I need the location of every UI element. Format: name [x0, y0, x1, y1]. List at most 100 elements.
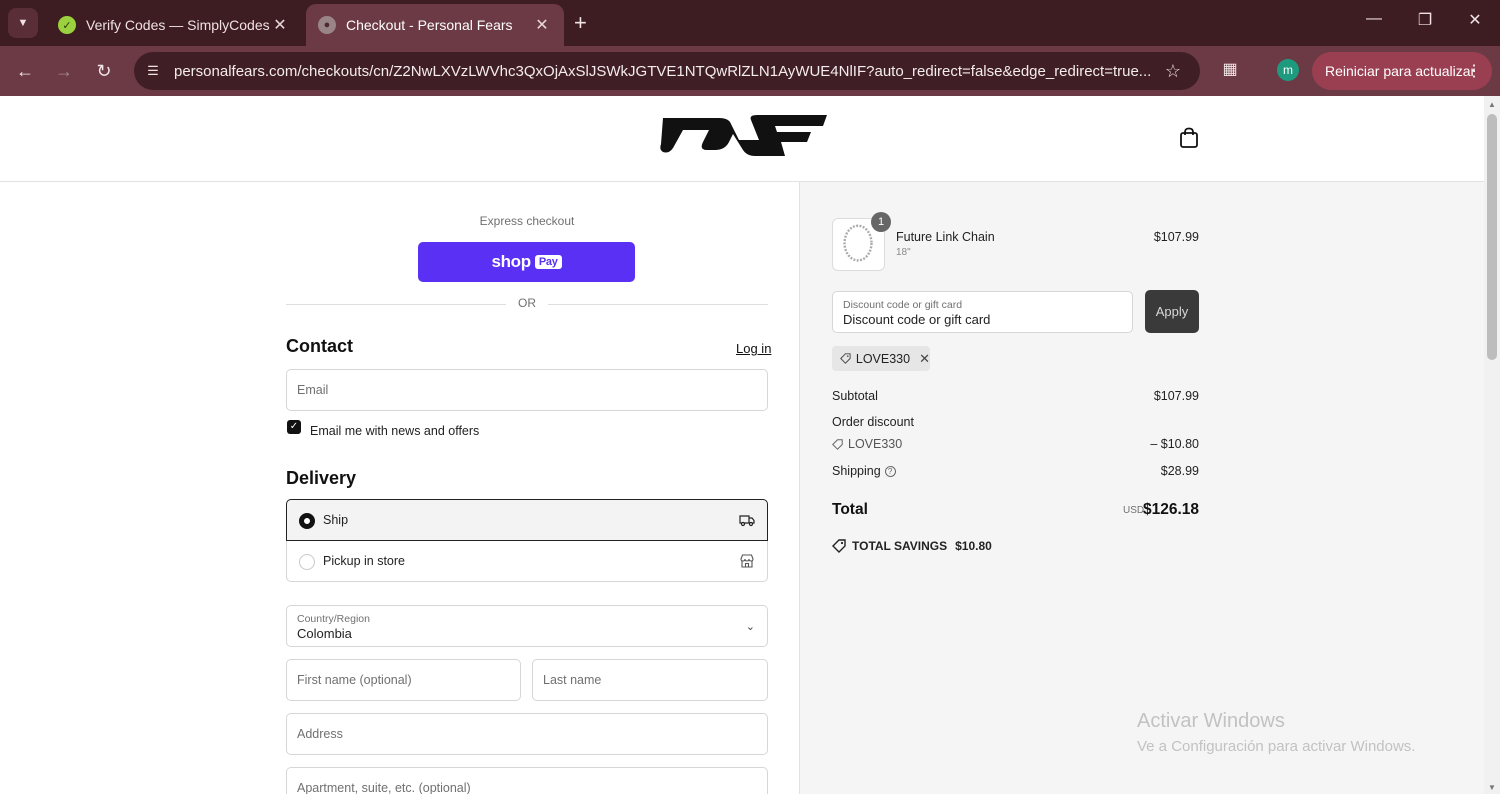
savings-value: $10.80	[955, 539, 992, 553]
scroll-up-icon[interactable]: ▲	[1488, 100, 1496, 109]
apartment-placeholder: Apartment, suite, etc. (optional)	[297, 781, 471, 794]
first-name-field[interactable]: First name (optional)	[286, 659, 521, 701]
checkout-page: Express checkout shop Pay OR Contact Log…	[0, 96, 1484, 794]
tab-checkout[interactable]: ● Checkout - Personal Fears ✕	[306, 4, 564, 46]
remove-code-icon[interactable]: ✕	[919, 351, 930, 367]
tab-title: Verify Codes — SimplyCodes	[86, 17, 270, 33]
address-field[interactable]: Address	[286, 713, 768, 755]
shopping-bag-icon[interactable]	[1179, 127, 1199, 149]
shop-pay-button[interactable]: shop Pay	[418, 242, 635, 282]
quantity-badge: 1	[871, 212, 891, 232]
log-in-link[interactable]: Log in	[736, 341, 771, 356]
url-text[interactable]: personalfears.com/checkouts/cn/Z2NwLXVzL…	[174, 63, 1160, 80]
country-region-select[interactable]: Country/Region Colombia ⌄	[286, 605, 768, 647]
first-name-placeholder: First name (optional)	[297, 673, 412, 687]
close-tab-icon[interactable]: ✕	[532, 15, 552, 35]
delivery-method-group: Ship Pickup in store	[286, 499, 768, 583]
total-savings: TOTAL SAVINGS $10.80	[832, 539, 992, 553]
bookmark-star-icon[interactable]: ☆	[1160, 61, 1186, 82]
order-discount-label: Order discount	[832, 415, 914, 429]
newsletter-label[interactable]: Email me with news and offers	[310, 424, 479, 438]
discount-code-text: LOVE330	[848, 437, 903, 451]
last-name-field[interactable]: Last name	[532, 659, 768, 701]
reload-icon[interactable]: ↻	[91, 58, 117, 84]
site-header	[0, 96, 1484, 182]
savings-tag-icon	[832, 539, 846, 553]
store-icon	[740, 554, 754, 568]
chevron-down-icon: ▼	[17, 17, 29, 29]
express-checkout-label: Express checkout	[479, 214, 575, 228]
shipping-label: Shipping	[832, 464, 881, 478]
discount-value: – $10.80	[1150, 437, 1199, 451]
scroll-down-icon[interactable]: ▼	[1488, 783, 1496, 792]
address-placeholder: Address	[297, 727, 343, 741]
product-variant: 18"	[896, 247, 911, 258]
or-label: OR	[506, 296, 548, 310]
total-value: $126.18	[1142, 501, 1199, 518]
discount-field-placeholder: Discount code or gift card	[843, 312, 991, 327]
windows-watermark-title: Activar Windows	[1137, 710, 1285, 732]
applied-discount-tag: LOVE330 ✕	[832, 346, 930, 371]
discount-code-row: LOVE330	[832, 437, 902, 451]
email-field[interactable]: Email	[286, 369, 768, 411]
email-placeholder: Email	[297, 383, 329, 397]
restore-icon[interactable]: ❐	[1410, 10, 1440, 30]
page-scrollbar[interactable]: ▲ ▼	[1484, 96, 1500, 794]
order-summary-panel	[799, 182, 1484, 794]
question-icon[interactable]: ?	[884, 466, 896, 478]
ship-radio[interactable]	[299, 513, 315, 529]
update-button-label: Reiniciar para actualizar	[1325, 63, 1476, 79]
back-arrow-icon[interactable]: ←	[12, 58, 38, 84]
applied-code-text: LOVE330	[855, 351, 911, 366]
address-bar[interactable]: ☰ personalfears.com/checkouts/cn/Z2NwLXV…	[134, 52, 1200, 90]
apartment-field[interactable]: Apartment, suite, etc. (optional)	[286, 767, 768, 794]
subtotal-label: Subtotal	[832, 389, 878, 403]
simplycodes-favicon-icon: ✓	[58, 16, 76, 34]
product-name: Future Link Chain	[896, 230, 995, 244]
update-button[interactable]: Reiniciar para actualizar ⋮	[1312, 52, 1492, 90]
shop-pay-badge: Pay	[534, 255, 562, 269]
savings-label: TOTAL SAVINGS	[852, 539, 948, 553]
tag-icon	[840, 353, 851, 364]
shipping-value: $28.99	[1160, 464, 1199, 478]
pickup-label: Pickup in store	[323, 554, 405, 568]
product-price: $107.99	[1153, 230, 1199, 244]
close-tab-icon[interactable]: ✕	[270, 15, 290, 35]
apply-button[interactable]: Apply	[1145, 290, 1199, 333]
country-region-label: Country/Region	[297, 613, 370, 625]
chevron-down-icon: ⌄	[745, 621, 755, 633]
tab-simplycodes[interactable]: ✓ Verify Codes — SimplyCodes ✕	[46, 4, 302, 46]
shop-pay-label: shop	[491, 252, 531, 271]
minimize-icon[interactable]: —	[1359, 10, 1389, 28]
discount-code-field[interactable]: Discount code or gift card Discount code…	[832, 291, 1133, 333]
shipping-row: Shipping?	[832, 464, 896, 478]
new-tab-icon[interactable]: +	[574, 10, 587, 36]
tag-icon	[832, 438, 843, 450]
delivery-option-pickup[interactable]: Pickup in store	[286, 540, 768, 582]
scrollbar-thumb[interactable]	[1487, 114, 1497, 360]
currency-code: USD	[1123, 505, 1145, 516]
tab-search-button[interactable]: ▼	[8, 8, 38, 38]
globe-icon: ●	[318, 16, 336, 34]
forward-arrow-icon[interactable]: →	[51, 58, 77, 84]
delivery-option-ship[interactable]: Ship	[286, 499, 768, 541]
profile-avatar[interactable]: m	[1277, 59, 1299, 81]
total-label: Total	[832, 501, 868, 518]
truck-icon	[739, 515, 755, 527]
ship-label: Ship	[323, 513, 349, 527]
subtotal-value: $107.99	[1153, 389, 1199, 403]
site-settings-icon[interactable]: ☰	[142, 60, 164, 82]
window-close-icon[interactable]: ✕	[1460, 10, 1490, 30]
last-name-placeholder: Last name	[543, 673, 602, 687]
extensions-puzzle-icon[interactable]: ▦	[1218, 58, 1242, 82]
kebab-menu-icon[interactable]: ⋮	[1466, 61, 1482, 81]
windows-watermark-subtitle: Ve a Configuración para activar Windows.	[1137, 738, 1416, 755]
country-region-value: Colombia	[297, 626, 352, 641]
personal-fears-logo[interactable]	[659, 112, 827, 164]
pickup-radio[interactable]	[299, 554, 315, 570]
tab-strip: ▼ ✓ Verify Codes — SimplyCodes ✕ ● Check…	[0, 0, 1500, 46]
contact-title: Contact	[286, 336, 353, 356]
newsletter-checkbox[interactable]: ✓	[287, 420, 301, 434]
discount-field-label: Discount code or gift card	[843, 299, 963, 311]
tab-title: Checkout - Personal Fears	[346, 17, 513, 33]
